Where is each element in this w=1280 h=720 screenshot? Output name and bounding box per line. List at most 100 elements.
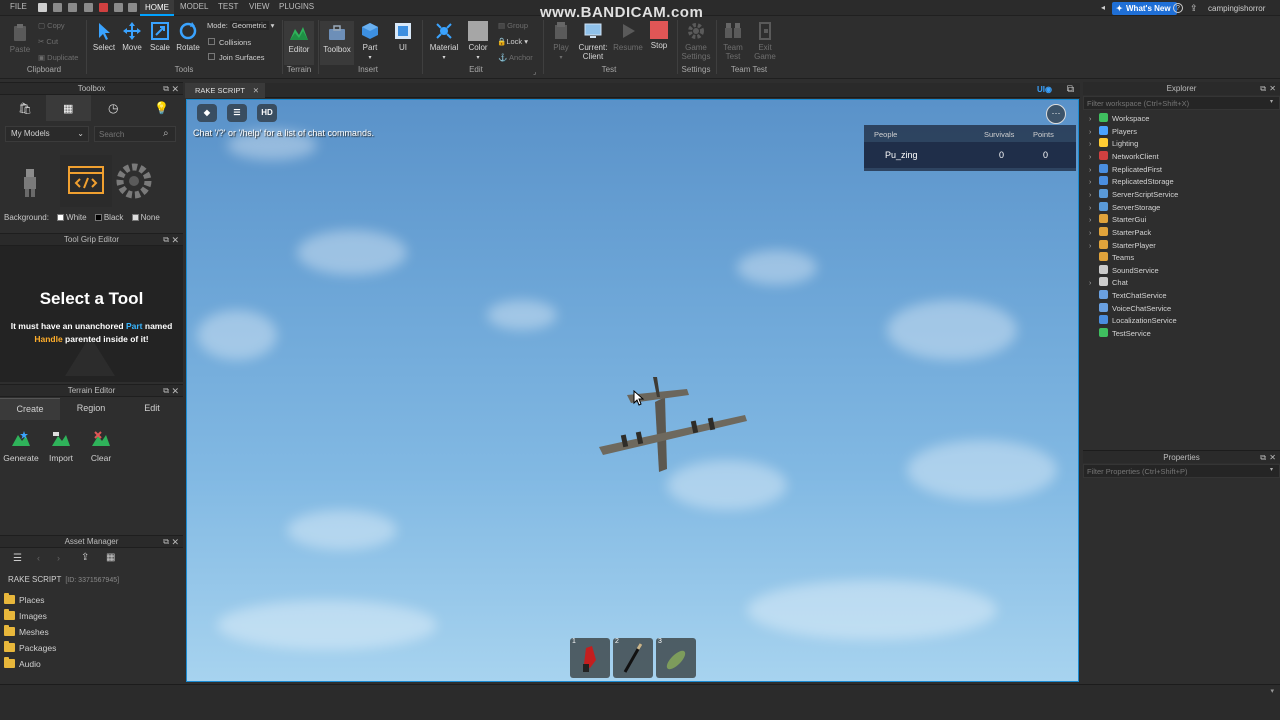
pin-icon[interactable]: ⧉: [1260, 82, 1266, 95]
chevron-right-icon[interactable]: ›: [1089, 215, 1099, 227]
explorer-item[interactable]: LocalizationService: [1089, 315, 1177, 327]
stop-button[interactable]: Stop: [646, 21, 672, 50]
explorer-item[interactable]: › Players: [1089, 125, 1137, 139]
folder-meshes[interactable]: Meshes: [4, 625, 49, 637]
chevron-right-icon[interactable]: ›: [1089, 114, 1099, 126]
hotbar-slot[interactable]: 2: [613, 638, 653, 678]
close-icon[interactable]: ✕: [171, 536, 179, 548]
select-tool-button[interactable]: Select: [90, 21, 118, 52]
hotbar-slot[interactable]: 1: [570, 638, 610, 678]
bg-option-none[interactable]: None: [126, 213, 160, 222]
stop-icon[interactable]: [99, 3, 108, 12]
back-arrow-icon[interactable]: ‹: [37, 553, 40, 563]
duplicate-button[interactable]: ▣ Duplicate: [38, 53, 78, 62]
upload-icon[interactable]: ⇪: [81, 552, 89, 563]
explorer-item[interactable]: › ReplicatedFirst: [1089, 163, 1162, 177]
scroll-down-icon[interactable]: ▾: [1270, 687, 1274, 695]
help-icon[interactable]: ?: [1173, 3, 1183, 13]
part-button[interactable]: Part ▾: [356, 21, 384, 61]
team-test-button[interactable]: Team Test: [718, 21, 748, 61]
bg-option-black[interactable]: Black: [89, 213, 123, 222]
redo-arrow-icon[interactable]: [128, 3, 137, 12]
tab-region[interactable]: Region: [61, 398, 121, 420]
explorer-item[interactable]: TestService: [1089, 328, 1151, 340]
pin-icon[interactable]: ⧉: [1260, 451, 1266, 464]
tab-create[interactable]: Create: [0, 398, 60, 420]
explorer-item[interactable]: › Chat: [1089, 277, 1128, 289]
rotate-tool-button[interactable]: Rotate: [174, 21, 202, 52]
pin-icon[interactable]: ⧉: [163, 83, 169, 95]
roblox-menu-button[interactable]: ◆: [197, 104, 217, 122]
toolbox-category-select[interactable]: My Models ⌄: [5, 126, 89, 142]
document-tab[interactable]: RAKE SCRIPT ✕: [185, 83, 266, 98]
folder-packages[interactable]: Packages: [4, 641, 56, 653]
terrain-clear-button[interactable]: Clear: [76, 430, 126, 463]
tab-test[interactable]: TEST: [218, 2, 238, 11]
hotbar-slot[interactable]: 3: [656, 638, 696, 678]
play-button[interactable]: Play ▾: [548, 21, 574, 61]
chevron-right-icon[interactable]: ›: [1089, 177, 1099, 189]
model-thumbnail-script[interactable]: [60, 155, 112, 207]
copy-button[interactable]: ▢ Copy: [38, 21, 65, 30]
pin-icon[interactable]: ⧉: [163, 536, 169, 548]
chevron-right-icon[interactable]: ›: [1089, 139, 1099, 151]
tab-inventory[interactable]: 🛍: [0, 95, 45, 121]
chevron-right-icon[interactable]: ›: [1089, 228, 1099, 240]
explorer-item[interactable]: VoiceChatService: [1089, 302, 1171, 315]
exit-game-button[interactable]: Exit Game: [750, 21, 780, 61]
lock-button[interactable]: 🔒Lock ▾: [497, 37, 528, 46]
pin-icon[interactable]: ⧉: [163, 234, 169, 246]
tab-recent[interactable]: ◷: [92, 95, 137, 121]
explorer-item[interactable]: › ServerStorage: [1089, 201, 1160, 214]
chevron-right-icon[interactable]: ›: [1089, 190, 1099, 202]
chat-toggle-button[interactable]: ☰: [227, 104, 247, 122]
chevron-right-icon[interactable]: ›: [1089, 152, 1099, 164]
resume-button[interactable]: Resume: [613, 21, 643, 52]
model-thumbnail-character[interactable]: [4, 155, 56, 207]
game-viewport[interactable]: ◆ ☰ HD Chat '/?' or '/help' for a list o…: [186, 99, 1079, 682]
share-arrow-icon[interactable]: ⇪: [1190, 3, 1198, 14]
forward-arrow-icon[interactable]: ›: [57, 553, 60, 563]
menu-icon[interactable]: ☰: [13, 553, 22, 564]
folder-places[interactable]: Places: [4, 593, 45, 605]
edit-expand-icon[interactable]: ⌟: [533, 68, 536, 76]
close-icon[interactable]: ✕: [1269, 451, 1276, 464]
paste-button[interactable]: Paste: [6, 23, 34, 54]
tab-home[interactable]: HOME: [140, 0, 174, 16]
explorer-item[interactable]: › NetworkClient: [1089, 150, 1159, 164]
explorer-item[interactable]: SoundService: [1089, 264, 1159, 277]
chevron-right-icon[interactable]: ›: [1089, 127, 1099, 139]
explorer-item[interactable]: › ReplicatedStorage: [1089, 176, 1174, 188]
close-icon[interactable]: ✕: [171, 83, 179, 95]
explorer-item[interactable]: › StarterPack: [1089, 226, 1151, 240]
menu-file[interactable]: FILE: [10, 2, 27, 11]
toolbox-button[interactable]: Toolbox: [320, 21, 354, 65]
folder-audio[interactable]: Audio: [4, 657, 41, 669]
cut-button[interactable]: ✂ Cut: [38, 37, 58, 46]
explorer-item[interactable]: › Workspace: [1089, 113, 1149, 125]
mode-select[interactable]: Mode: Geometric ▾: [207, 21, 274, 30]
chevron-down-icon[interactable]: ▾: [1270, 98, 1273, 105]
expand-icon[interactable]: ⧉: [1067, 84, 1074, 95]
chevron-right-icon[interactable]: ›: [1089, 278, 1099, 290]
tab-creations[interactable]: 💡: [138, 95, 183, 121]
grid-view-icon[interactable]: ▦: [106, 552, 115, 563]
chevron-right-icon[interactable]: ›: [1089, 165, 1099, 177]
pin-icon[interactable]: ⧉: [163, 385, 169, 397]
color-button[interactable]: Color ▾: [464, 21, 492, 61]
close-icon[interactable]: ✕: [171, 234, 179, 246]
explorer-item[interactable]: › Lighting: [1089, 138, 1138, 150]
folder-images[interactable]: Images: [4, 609, 47, 621]
undo-arrow-icon[interactable]: [114, 3, 123, 12]
open-file-icon[interactable]: [53, 3, 62, 12]
close-icon[interactable]: ✕: [171, 385, 179, 397]
username-label[interactable]: campingishorror: [1208, 4, 1265, 13]
chevron-right-icon[interactable]: ›: [1089, 241, 1099, 253]
current-client-button[interactable]: Current: Client: [576, 21, 610, 61]
group-button[interactable]: ▤ Group: [498, 21, 528, 30]
leaderboard-row[interactable]: Pu_zing 0 0: [864, 142, 1076, 168]
close-icon[interactable]: ✕: [1269, 82, 1276, 95]
model-thumbnail-gear[interactable]: [112, 155, 164, 207]
ui-visibility-icon[interactable]: UI◉: [1037, 85, 1052, 94]
explorer-item[interactable]: › ServerScriptService: [1089, 188, 1178, 202]
